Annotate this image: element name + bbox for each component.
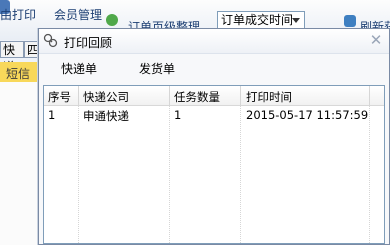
order-organize-icon — [106, 14, 118, 26]
table-header: 序号 快递公司 任务数量 打印时间 — [44, 86, 384, 106]
dialog-title: 打印回顾 — [64, 36, 113, 50]
member-management-button[interactable]: 会员管理 — [54, 6, 102, 23]
column-header-print-time[interactable]: 打印时间 — [246, 89, 292, 105]
print-review-dialog: 打印回顾 ✕ 快递单 发货单 序号 快递公司 任务数量 打印时间 1 申通快递 … — [38, 28, 390, 245]
cell-print-time: 2015-05-17 11:57:59 — [246, 108, 369, 122]
cell-count: 1 — [174, 108, 182, 122]
order-sort-dropdown[interactable]: 订单成交时间 — [217, 11, 305, 29]
table-row[interactable]: 1 申通快递 1 2015-05-17 11:57:59 — [44, 105, 384, 123]
column-header-count[interactable]: 任务数量 — [174, 89, 220, 105]
refresh-icon — [344, 15, 356, 27]
close-icon[interactable]: ✕ — [367, 31, 385, 49]
print-button[interactable]: 由打印 — [0, 6, 36, 23]
tab-express-bill[interactable]: 快递单 — [61, 59, 97, 79]
background-grid — [0, 82, 40, 245]
dialog-titlebar[interactable]: 打印回顾 ✕ — [39, 29, 389, 54]
tab-express[interactable]: 快递 — [0, 41, 24, 74]
column-header-company[interactable]: 快递公司 — [83, 89, 129, 105]
print-history-table[interactable]: 序号 快递公司 任务数量 打印时间 1 申通快递 1 2015-05-17 11… — [43, 85, 385, 244]
chevron-down-icon — [292, 18, 300, 23]
sms-bar[interactable]: 短信 — [0, 62, 40, 82]
order-sort-value: 订单成交时间 — [221, 13, 294, 27]
print-review-icon — [43, 33, 58, 48]
tab-shipping-bill[interactable]: 发货单 — [139, 59, 175, 79]
cell-company: 申通快递 — [83, 109, 129, 123]
cell-index: 1 — [48, 108, 56, 122]
sms-label: 短信 — [6, 67, 31, 81]
column-header-index[interactable]: 序号 — [48, 89, 71, 105]
